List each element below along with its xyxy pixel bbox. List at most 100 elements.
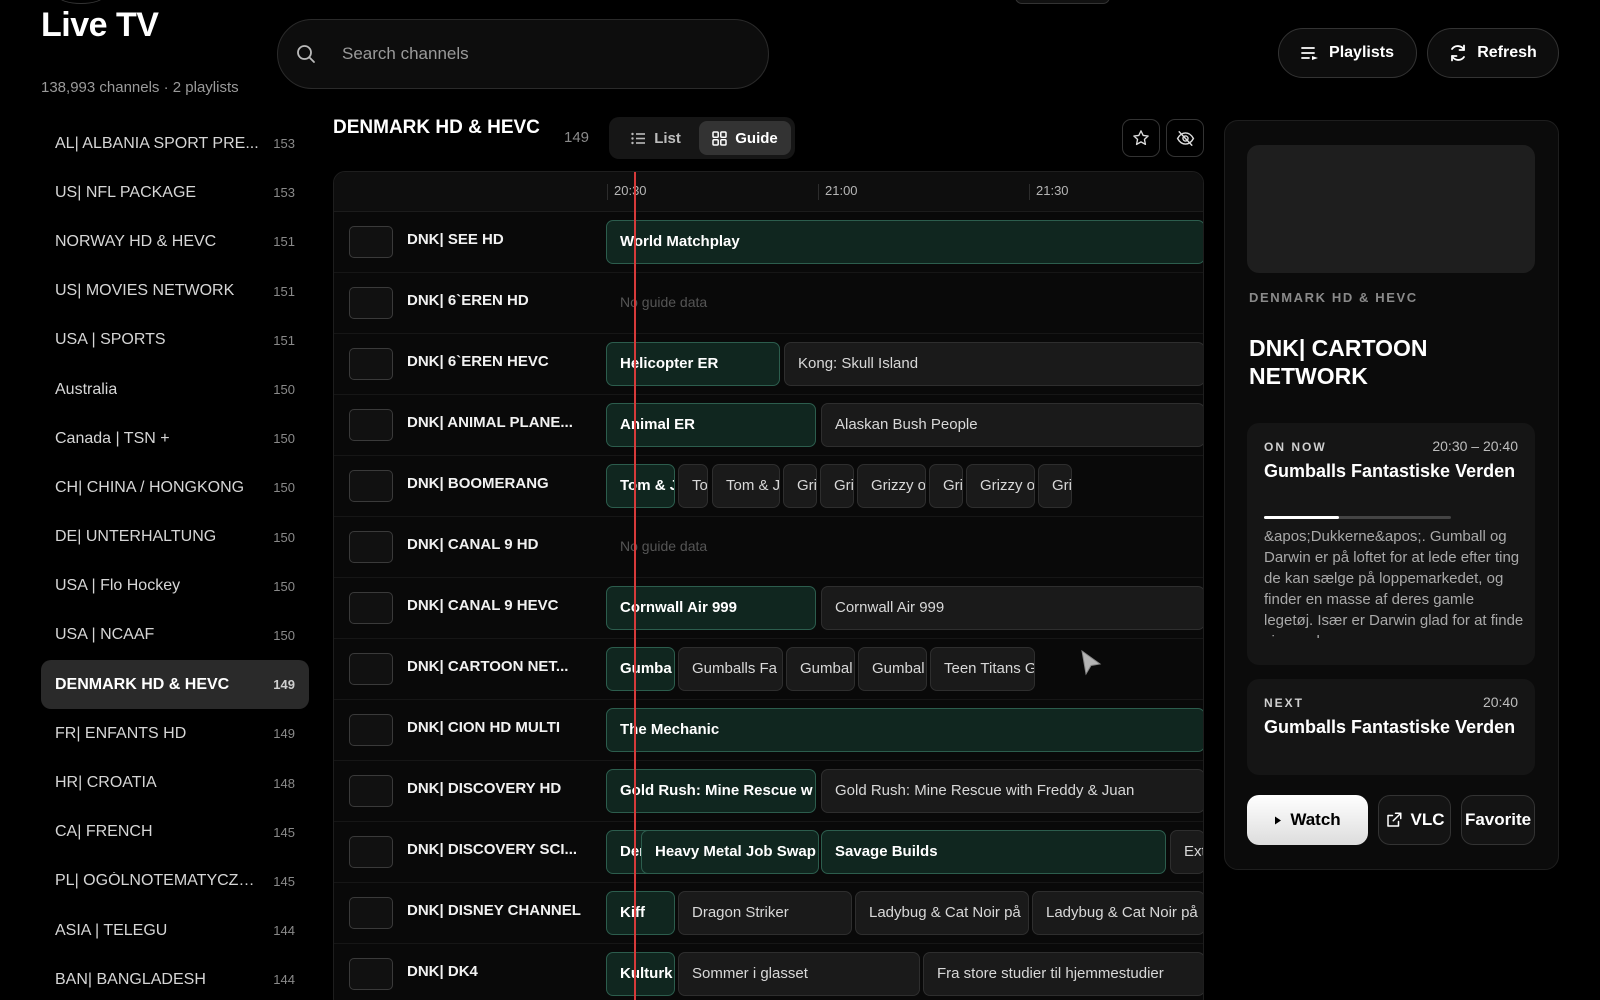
group-title: DENMARK HD & HEVC: [333, 117, 540, 138]
program-block[interactable]: Gumballs Fa: [678, 647, 783, 691]
external-link-icon: [1386, 812, 1401, 827]
program-block[interactable]: Gri: [783, 464, 817, 508]
program-block[interactable]: Gri: [929, 464, 963, 508]
sidebar-item-count: 149: [273, 726, 295, 742]
program-block[interactable]: World Matchplay: [606, 220, 1203, 264]
channel-name[interactable]: DNK| DISCOVERY HD: [407, 780, 592, 797]
sidebar-item[interactable]: NORWAY HD & HEVC 151: [41, 217, 309, 266]
program-block[interactable]: Fra store studier til hjemmestudier: [923, 952, 1203, 996]
program-block[interactable]: Grizzy o: [857, 464, 926, 508]
program-block[interactable]: Kiff: [606, 891, 675, 935]
sidebar-item[interactable]: AL| ALBANIA SPORT PRE... 153: [41, 119, 309, 168]
sidebar-item[interactable]: US| MOVIES NETWORK 151: [41, 267, 309, 316]
program-block[interactable]: Tom & J: [606, 464, 675, 508]
account-avatar[interactable]: [58, 0, 104, 4]
channel-name[interactable]: DNK| ANIMAL PLANE...: [407, 414, 592, 431]
program-block[interactable]: Dragon Striker: [678, 891, 852, 935]
program-block[interactable]: The Mechanic: [606, 708, 1203, 752]
watch-button[interactable]: Watch: [1247, 795, 1368, 845]
sidebar-item[interactable]: ASIA | TELEGU 144: [41, 906, 309, 955]
program-block[interactable]: Savage Builds: [821, 830, 1166, 874]
program-block[interactable]: Gold Rush: Mine Rescue with Freddy & Jua…: [821, 769, 1203, 813]
program-block[interactable]: Ladybug & Cat Noir på: [1032, 891, 1203, 935]
vlc-button[interactable]: VLC: [1378, 795, 1451, 845]
channel-name[interactable]: DNK| CANAL 9 HEVC: [407, 597, 592, 614]
program-block[interactable]: Gri: [1038, 464, 1072, 508]
program-block[interactable]: Animal ER: [606, 403, 816, 447]
program-block[interactable]: Heavy Metal Job Swap: [641, 830, 819, 874]
program-block[interactable]: Cornwall Air 999: [821, 586, 1203, 630]
sidebar-item-count: 144: [273, 972, 295, 988]
program-block[interactable]: Sommer i glasset: [678, 952, 920, 996]
program-block[interactable]: Alaskan Bush People: [821, 403, 1203, 447]
sidebar-item[interactable]: PL| OGÓLNOTEMATYCZNE 145: [41, 857, 309, 906]
channel-row: DNK| 6`EREN HEVC Helicopter ER Kong: Skull…: [334, 334, 1203, 395]
channel-name[interactable]: DNK| DISNEY CHANNEL: [407, 902, 592, 919]
hide-channels-button[interactable]: [1166, 119, 1204, 157]
sidebar-item[interactable]: USA | NCAAF 150: [41, 611, 309, 660]
program-block[interactable]: Ladybug & Cat Noir på: [855, 891, 1029, 935]
sidebar-item-count: 153: [273, 136, 295, 152]
program-block[interactable]: Gumba: [606, 647, 675, 691]
sidebar-item[interactable]: DE| UNTERHALTUNG 150: [41, 513, 309, 562]
grid-icon: [712, 130, 728, 146]
program-block[interactable]: Kulturk: [606, 952, 675, 996]
program-block[interactable]: To: [678, 464, 708, 508]
channel-row: DNK| CANAL 9 HD No guide data: [334, 517, 1203, 578]
sidebar-item[interactable]: FR| ENFANTS HD 149: [41, 709, 309, 758]
program-block[interactable]: Gri: [820, 464, 854, 508]
channel-name[interactable]: DNK| CANAL 9 HD: [407, 536, 592, 553]
channel-name[interactable]: DNK| CION HD MULTI: [407, 719, 592, 736]
channel-name[interactable]: DNK| SEE HD: [407, 231, 592, 248]
channel-name[interactable]: DNK| CARTOON NET...: [407, 658, 592, 675]
favorites-filter-button[interactable]: [1122, 119, 1160, 157]
program-block[interactable]: Teen Titans G: [930, 647, 1035, 691]
sidebar-item[interactable]: DENMARK HD & HEVC 149: [41, 660, 309, 710]
program-block[interactable]: Cornwall Air 999: [606, 586, 816, 630]
favorite-button[interactable]: Favorite: [1461, 795, 1535, 845]
sidebar-item[interactable]: USA | SPORTS 151: [41, 316, 309, 365]
sidebar-item[interactable]: CH| CHINA / HONGKONG 150: [41, 463, 309, 512]
time-tick: 21:00: [818, 184, 858, 200]
channel-logo: [349, 714, 393, 746]
playlists-button[interactable]: Playlists: [1278, 28, 1417, 78]
sidebar-item-count: 150: [273, 431, 295, 447]
sidebar-item[interactable]: Canada | TSN + 150: [41, 414, 309, 463]
program-block[interactable]: Ext: [1170, 830, 1203, 874]
program-block[interactable]: Grizzy o: [966, 464, 1035, 508]
program-block[interactable]: Gumbal: [786, 647, 855, 691]
guide-view-button[interactable]: Guide: [699, 121, 791, 155]
channel-preview[interactable]: [1247, 145, 1535, 273]
channel-name[interactable]: DNK| 6`EREN HD: [407, 292, 592, 309]
program-block[interactable]: Gold Rush: Mine Rescue w: [606, 769, 816, 813]
list-view-button[interactable]: List: [613, 121, 699, 155]
channel-row: DNK| DISCOVERY SCI...Denne kanal har ikk…: [334, 822, 1203, 883]
sidebar-item[interactable]: BAN| BANGLADESH 144: [41, 955, 309, 1000]
scroll-indicator: [1015, 0, 1110, 4]
channel-row: DNK| CANAL 9 HEVC Cornwall Air 999 Cornwal…: [334, 578, 1203, 639]
channel-name[interactable]: DNK| DISCOVERY SCI...: [407, 841, 592, 858]
mouse-cursor-icon: [1081, 650, 1102, 676]
channel-name[interactable]: DNK| BOOMERANG: [407, 475, 592, 492]
sidebar-item[interactable]: CA| FRENCH 145: [41, 808, 309, 857]
channel-row: DNK| DISCOVERY HD Gold Rush: Mine Rescue …: [334, 761, 1203, 822]
next-title: Gumballs Fantastiske Verden: [1264, 717, 1516, 737]
sidebar-item-label: USA | NCAAF: [55, 626, 155, 644]
search-input[interactable]: Search channels: [277, 19, 769, 89]
sidebar-item[interactable]: US| NFL PACKAGE 153: [41, 168, 309, 217]
channel-row: DNK| ANIMAL PLANE... Animal ER Alaskan Bus…: [334, 395, 1203, 456]
refresh-button[interactable]: Refresh: [1427, 28, 1559, 78]
channel-detail-panel: DENMARK HD & HEVC DNK| CARTOON NETWORK O…: [1224, 120, 1559, 870]
channel-name[interactable]: DNK| DK4: [407, 963, 592, 980]
program-block[interactable]: Kong: Skull Island: [784, 342, 1203, 386]
channel-logo: [349, 531, 393, 563]
sidebar-item[interactable]: HR| CROATIA 148: [41, 758, 309, 807]
app-title: Live TV: [41, 6, 159, 44]
sidebar-item[interactable]: Australia 150: [41, 365, 309, 414]
sidebar-item[interactable]: USA | Flo Hockey 150: [41, 562, 309, 611]
next-time: 20:40: [1482, 694, 1518, 710]
program-block[interactable]: Helicopter ER: [606, 342, 780, 386]
program-block[interactable]: Gumbal: [858, 647, 927, 691]
channel-name[interactable]: DNK| 6`EREN HEVC: [407, 353, 592, 370]
program-block[interactable]: Tom & J: [712, 464, 780, 508]
